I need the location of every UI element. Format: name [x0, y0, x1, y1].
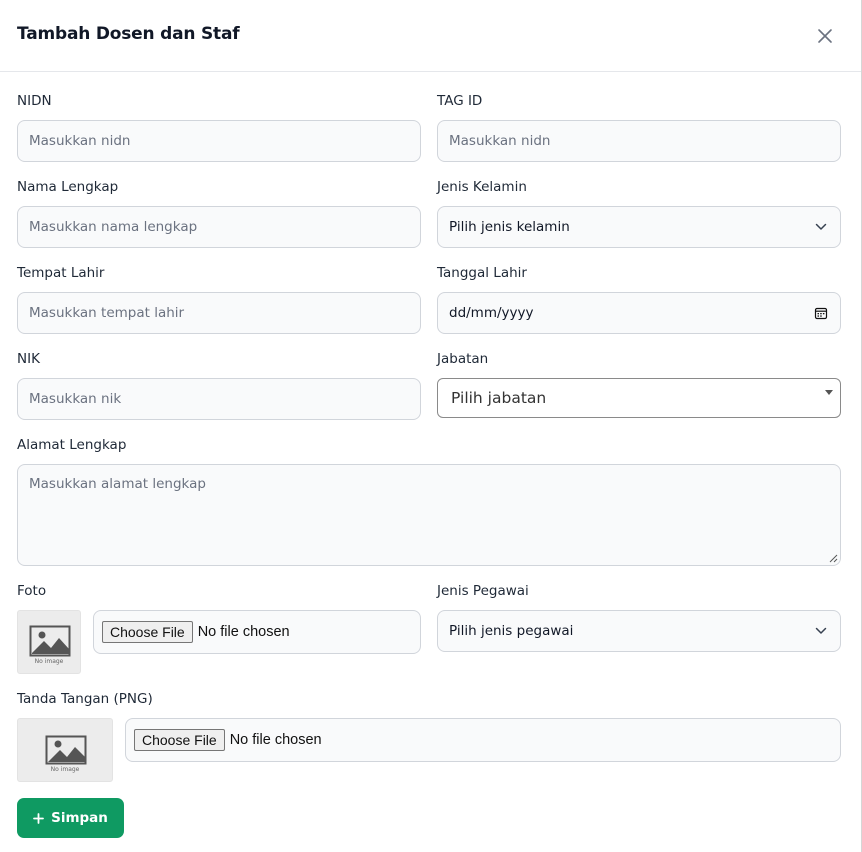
nik-input[interactable]: Masukkan nik — [17, 378, 421, 420]
nidn-label: NIDN — [17, 93, 52, 109]
nik-label: NIK — [17, 351, 40, 367]
tempat-lahir-label: Tempat Lahir — [17, 265, 105, 281]
tanda-tangan-choose-file-button[interactable]: Choose File — [134, 729, 225, 751]
modal-header: Tambah Dosen dan Staf — [0, 0, 861, 72]
save-button-label: Simpan — [51, 810, 108, 826]
alamat-textarea[interactable]: Masukkan alamat lengkap — [17, 464, 841, 566]
modal-title: Tambah Dosen dan Staf — [17, 24, 240, 44]
jenis-kelamin-label: Jenis Kelamin — [437, 179, 527, 195]
alamat-placeholder: Masukkan alamat lengkap — [29, 476, 206, 492]
tanda-tangan-preview: No image — [17, 718, 113, 782]
tanggal-lahir-value: dd/mm/yyyy — [449, 305, 534, 321]
plus-icon — [33, 812, 44, 824]
chevron-down-icon — [815, 223, 827, 230]
jabatan-value: Pilih jabatan — [451, 389, 547, 407]
image-placeholder-icon — [45, 735, 87, 765]
tag-id-input[interactable]: Masukkan nidn — [437, 120, 841, 162]
foto-file-status: No file chosen — [197, 624, 290, 640]
calendar-icon[interactable] — [814, 306, 828, 320]
jenis-kelamin-value: Pilih jenis kelamin — [449, 219, 570, 235]
jenis-pegawai-label: Jenis Pegawai — [437, 583, 529, 599]
jabatan-select[interactable]: Pilih jabatan — [437, 378, 841, 418]
chevron-down-icon — [815, 627, 827, 634]
save-button[interactable]: Simpan — [17, 798, 124, 838]
add-staff-modal: Tambah Dosen dan Staf NIDN Masukkan nidn… — [0, 0, 862, 852]
foto-choose-file-button[interactable]: Choose File — [102, 621, 193, 643]
image-placeholder-icon — [29, 625, 71, 657]
tanda-tangan-no-image-text: No image — [50, 766, 80, 773]
jenis-pegawai-value: Pilih jenis pegawai — [449, 623, 574, 639]
jabatan-label: Jabatan — [437, 351, 489, 367]
dropdown-arrow-icon — [825, 390, 833, 395]
tanggal-lahir-input[interactable]: dd/mm/yyyy — [437, 292, 841, 334]
nama-lengkap-label: Nama Lengkap — [17, 179, 119, 195]
nidn-input[interactable]: Masukkan nidn — [17, 120, 421, 162]
foto-no-image-text: No image — [34, 658, 64, 665]
tanda-tangan-file-status: No file chosen — [229, 732, 322, 748]
close-icon — [818, 29, 832, 43]
close-button[interactable] — [813, 24, 837, 48]
foto-file-input[interactable]: Choose File No file chosen — [93, 610, 421, 654]
foto-preview: No image — [17, 610, 81, 674]
tanggal-lahir-label: Tanggal Lahir — [437, 265, 527, 281]
tanda-tangan-label: Tanda Tangan (PNG) — [17, 691, 153, 707]
tempat-lahir-input[interactable]: Masukkan tempat lahir — [17, 292, 421, 334]
tanda-tangan-file-input[interactable]: Choose File No file chosen — [125, 718, 841, 762]
resize-handle-icon[interactable] — [828, 553, 838, 563]
alamat-label: Alamat Lengkap — [17, 437, 127, 453]
nama-lengkap-input[interactable]: Masukkan nama lengkap — [17, 206, 421, 248]
jenis-kelamin-select[interactable]: Pilih jenis kelamin — [437, 206, 841, 248]
foto-label: Foto — [17, 583, 47, 599]
jenis-pegawai-select[interactable]: Pilih jenis pegawai — [437, 610, 841, 652]
tag-id-label: TAG ID — [437, 93, 483, 109]
